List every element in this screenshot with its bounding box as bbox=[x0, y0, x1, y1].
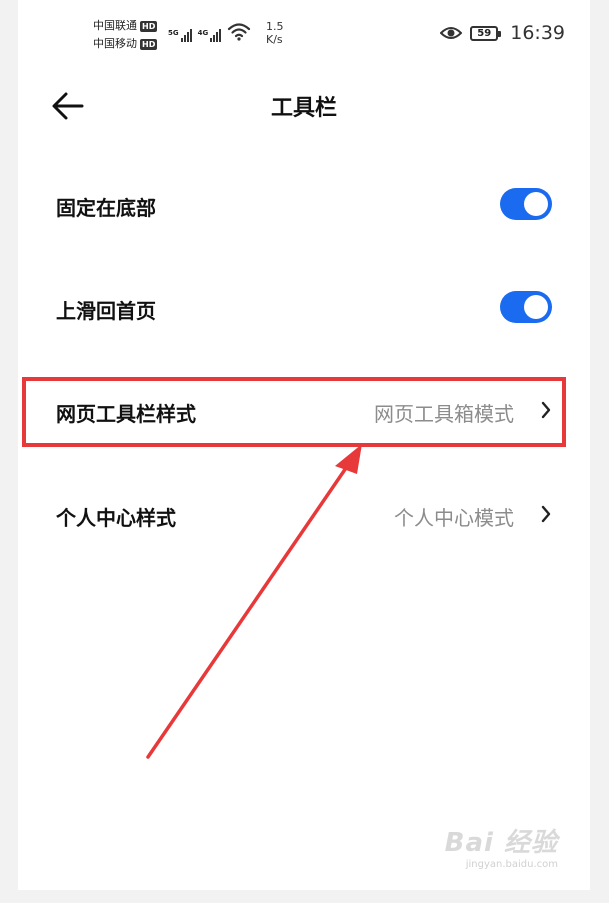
setting-row-fixed-bottom[interactable]: 固定在底部 bbox=[18, 170, 590, 242]
network-speed: 1.5 K/s bbox=[266, 20, 284, 46]
toggle-swipe-home[interactable] bbox=[500, 291, 552, 323]
setting-label-swipe-home: 上滑回首页 bbox=[56, 299, 156, 323]
clock: 16:39 bbox=[510, 22, 565, 44]
setting-row-personal-center-style[interactable]: 个人中心样式 个人中心模式 bbox=[18, 480, 590, 552]
battery-level: 59 bbox=[477, 27, 492, 39]
setting-value-personal-center-style: 个人中心模式 bbox=[394, 506, 514, 530]
setting-row-swipe-home[interactable]: 上滑回首页 bbox=[18, 273, 590, 345]
hd-badge-2: HD bbox=[140, 38, 158, 50]
status-bar: 中国联通 HD 中国移动 HD 5G 4G 1.5 K/s 59 16:39 bbox=[18, 0, 590, 70]
battery-icon: 59 bbox=[470, 25, 502, 41]
toggle-knob bbox=[524, 192, 548, 216]
signal-indicators: 5G 4G bbox=[168, 22, 251, 42]
signal-4g-icon: 4G bbox=[198, 29, 222, 42]
watermark-url: jingyan.baidu.com bbox=[465, 859, 558, 870]
page-header: 工具栏 bbox=[18, 80, 590, 132]
highlight-box bbox=[22, 377, 566, 447]
speed-unit: K/s bbox=[266, 33, 283, 46]
page-title: 工具栏 bbox=[270, 96, 337, 121]
carrier-info: 中国联通 HD 中国移动 HD bbox=[93, 17, 158, 53]
eye-comfort-icon bbox=[440, 27, 463, 39]
watermark-logo: Bai 经验 bbox=[444, 828, 558, 858]
setting-label-personal-center-style: 个人中心样式 bbox=[56, 506, 176, 530]
carrier-name-1: 中国联通 bbox=[93, 19, 137, 32]
chevron-right-icon bbox=[541, 505, 551, 523]
hd-badge-1: HD bbox=[140, 20, 158, 32]
setting-label-fixed-bottom: 固定在底部 bbox=[56, 196, 156, 220]
right-status-group: 59 16:39 bbox=[440, 22, 565, 44]
carrier-name-2: 中国移动 bbox=[93, 37, 137, 50]
toggle-fixed-bottom[interactable] bbox=[500, 188, 552, 220]
wifi-icon bbox=[228, 23, 251, 41]
signal-5g-icon: 5G bbox=[168, 29, 192, 42]
speed-value: 1.5 bbox=[266, 20, 284, 33]
toggle-knob bbox=[524, 295, 548, 319]
baidu-watermark: Bai 经验 jingyan.baidu.com bbox=[445, 822, 558, 870]
